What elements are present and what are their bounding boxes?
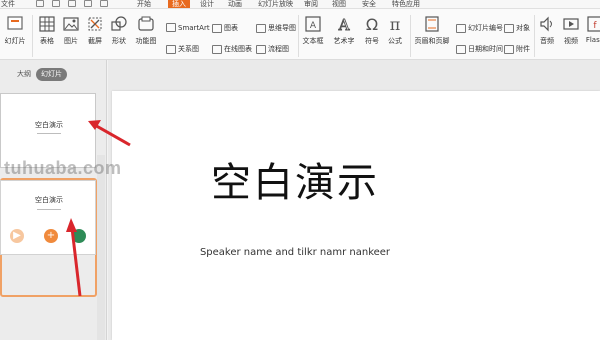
arrow-to-thumbnail-1 [88,120,131,147]
arrow-to-thumbnail-2 [66,218,82,297]
annotation-arrows [66,120,131,297]
